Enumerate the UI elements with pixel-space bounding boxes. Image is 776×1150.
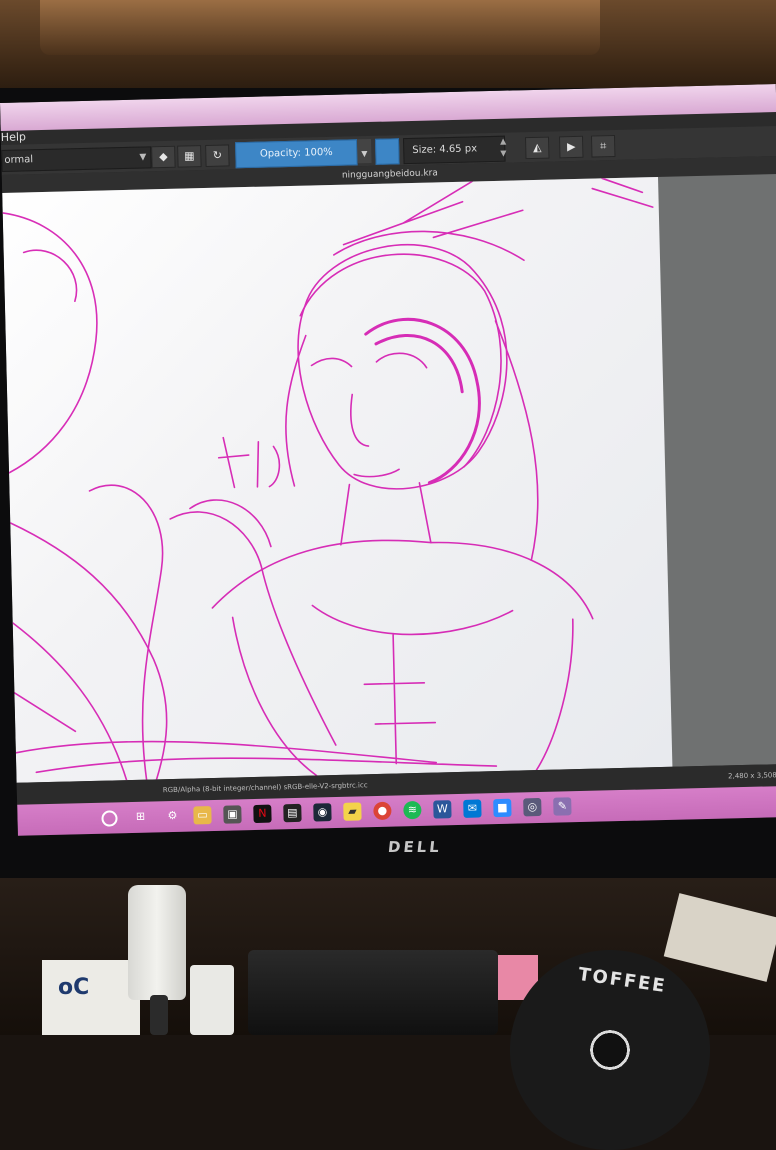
netflix-icon[interactable]: N xyxy=(253,804,272,824)
file-explorer-icon[interactable]: ▭ xyxy=(193,806,212,825)
sketch-mouth xyxy=(353,468,400,478)
sketch-arm xyxy=(189,499,272,548)
sketch-left-figure xyxy=(2,212,98,474)
mirror-vertical-icon: ▶ xyxy=(566,139,576,154)
size-spinner[interactable]: ▲ ▼ xyxy=(497,136,510,160)
checker-icon: ▦ xyxy=(183,149,195,163)
monitor-screen: Help ormal ▼ ◆ ▦ ↻ Opacity: 100% ▼ Size:… xyxy=(0,84,776,836)
reload-preset-button[interactable]: ↻ xyxy=(205,144,230,167)
mail-icon[interactable]: ✉ xyxy=(463,799,482,818)
zoom-icon[interactable]: ■ xyxy=(493,798,512,818)
sketch-nose xyxy=(350,393,370,447)
task-view-icon[interactable]: ⊞ xyxy=(131,808,149,826)
mirror-horizontal-button[interactable]: ◭ xyxy=(524,136,550,160)
sketch-shoulders xyxy=(211,539,594,620)
mirror-vertical-button[interactable]: ▶ xyxy=(558,135,584,159)
blend-mode-select[interactable]: ormal ▼ xyxy=(1,146,152,172)
camera-icon[interactable]: ◎ xyxy=(523,797,542,817)
chrome-icon[interactable]: ● xyxy=(373,801,392,821)
sketch-arm xyxy=(169,511,337,746)
opacity-dropdown-button[interactable]: ▼ xyxy=(356,138,372,164)
eraser-icon: ◆ xyxy=(158,149,168,164)
brush-size-slider[interactable]: Size: 4.65 px xyxy=(402,135,506,165)
sketch-left-figure xyxy=(11,622,128,781)
chevron-down-icon: ▼ xyxy=(139,152,147,163)
sketch-eye xyxy=(310,352,428,369)
chevron-down-icon: ▼ xyxy=(361,149,368,159)
spin-arrows-icon: ▲ ▼ xyxy=(499,136,507,158)
settings-icon[interactable]: ⚙ xyxy=(163,807,181,825)
preserve-alpha-button[interactable]: ▦ xyxy=(177,145,202,168)
crop-icon: ⌗ xyxy=(599,139,607,153)
sketch-hair xyxy=(333,180,525,262)
sketch-hair-mass xyxy=(374,334,464,394)
black-case xyxy=(248,950,498,1035)
menu-item-help[interactable]: Help xyxy=(1,130,26,144)
wooden-shelf xyxy=(40,0,600,55)
sticky-notes-icon[interactable]: ▰ xyxy=(343,802,362,821)
word-icon[interactable]: W xyxy=(433,800,452,819)
mirror-horizontal-icon: ◭ xyxy=(532,140,542,154)
sketch-neck xyxy=(340,482,432,546)
krita-icon[interactable]: ✎ xyxy=(553,797,572,816)
eraser-mode-button[interactable]: ◆ xyxy=(151,145,176,169)
spotify-icon[interactable]: ≋ xyxy=(403,800,422,820)
canvas-workspace xyxy=(2,174,776,783)
monitor-brand-logo: DELL xyxy=(387,838,443,856)
sketch-left-figure xyxy=(88,484,164,781)
sketch-signature xyxy=(217,436,281,489)
steam-icon[interactable]: ◉ xyxy=(313,803,332,822)
store-icon[interactable]: ▣ xyxy=(223,805,242,824)
power-plug xyxy=(190,965,234,1035)
adapter-cable xyxy=(150,995,168,1035)
power-adapter xyxy=(128,885,186,1000)
sketch-torso xyxy=(311,604,514,765)
sketch-hatching xyxy=(15,740,498,774)
crop-tool-button[interactable]: ⌗ xyxy=(590,134,616,158)
search-icon[interactable] xyxy=(101,810,118,827)
sketch-hatching xyxy=(591,177,654,208)
image-size-info: 2,480 x 3,508 (22 xyxy=(728,771,776,781)
drawing-canvas[interactable] xyxy=(2,176,673,783)
photoshop-icon[interactable]: ▤ xyxy=(283,803,302,823)
blend-mode-value: ormal xyxy=(4,154,34,166)
sketch-hair-mass xyxy=(364,318,481,485)
pink-pencil-sketch xyxy=(2,177,654,781)
box-label: oC xyxy=(58,975,90,1000)
white-box xyxy=(42,960,140,1035)
flow-slider[interactable] xyxy=(374,138,400,165)
reload-icon: ↻ xyxy=(212,148,223,162)
opacity-slider[interactable]: Opacity: 100% xyxy=(235,139,358,169)
